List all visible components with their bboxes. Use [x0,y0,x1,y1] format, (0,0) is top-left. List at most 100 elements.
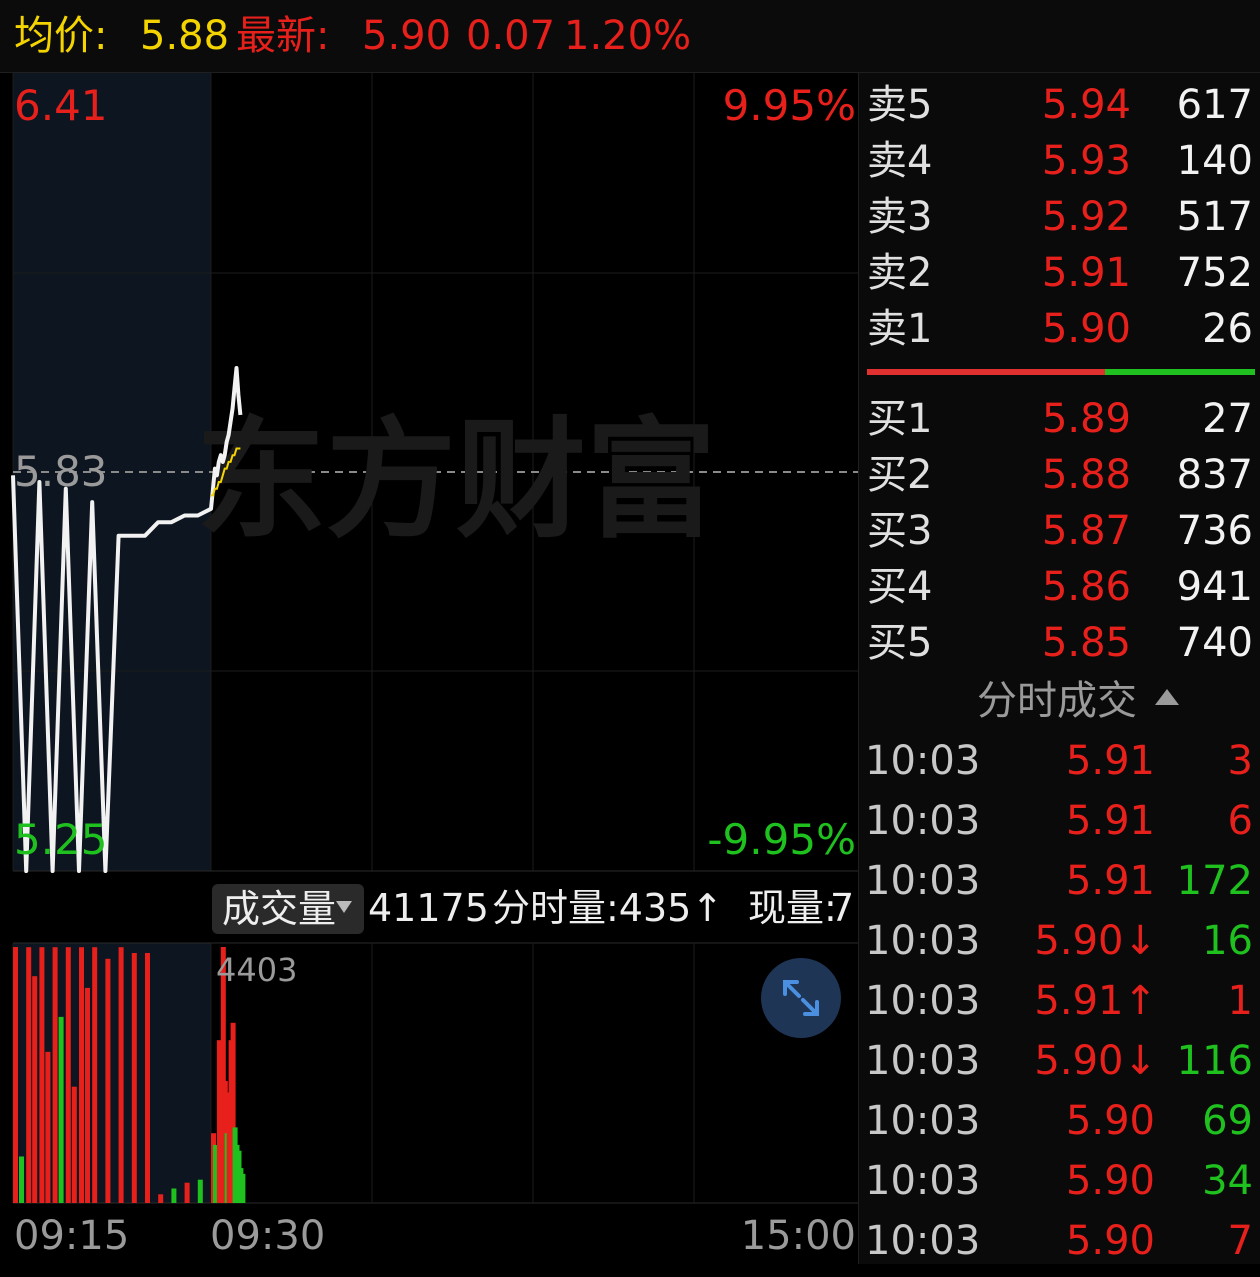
level-label: 卖2 [867,250,933,296]
tick-volume: 172 [1176,858,1253,904]
latest-price-label: 最新: [236,13,330,59]
ask-level-3[interactable]: 卖3 5.92 517 [859,193,1260,249]
avg-price-value: 5.88 [140,13,230,59]
y-max-label: 6.41 [14,81,108,130]
tick-trades-header[interactable]: 分时成交 [859,671,1260,731]
volume-bar [158,1194,164,1203]
tick-volume: 1 [1227,978,1253,1024]
level-price: 5.85 [1041,620,1131,666]
volume-bar [39,947,45,1203]
volume-bar [85,987,90,1203]
volume-indicator-label: 成交量 [222,887,337,931]
ask-level-4[interactable]: 卖2 5.91 752 [859,249,1260,305]
pct-max-label: 9.95% [722,81,856,130]
price-chart-svg: 东方财富 [11,73,858,1204]
latest-price-value: 5.90 [362,13,452,59]
y-mid-label: 5.83 [14,447,108,496]
level-volume: 740 [1176,620,1253,666]
volume-bar [105,958,111,1203]
level-label: 卖1 [867,306,933,352]
x-tick-close: 15:00 [740,1213,856,1259]
tick-trade-row: 10:03 5.91 172 [859,857,1260,917]
volume-bar [171,1188,177,1203]
tick-price: 5.91 [1065,798,1155,844]
x-tick-open: 09:30 [210,1213,326,1259]
volume-bar [45,1051,51,1203]
level-price: 5.88 [1041,452,1131,498]
tick-price: 5.91 [1065,858,1155,904]
tick-volume: 16 [1202,918,1253,964]
x-tick-start: 09:15 [14,1213,130,1259]
collapse-up-icon [1155,689,1179,705]
level-price: 5.87 [1041,508,1131,554]
ask-level-5[interactable]: 卖1 5.90 26 [859,305,1260,361]
current-volume-label: 现量: [748,886,837,930]
tick-trade-row: 10:03 5.91↑ 1 [859,977,1260,1037]
volume-bar [240,1173,246,1203]
bid-level-4[interactable]: 买4 5.86 941 [859,563,1260,619]
tick-price: 5.90 [1065,1098,1155,1144]
tick-time: 10:03 [865,1158,981,1204]
bid-level-3[interactable]: 买3 5.87 736 [859,507,1260,563]
volume-bar [197,1179,203,1203]
bid-ask-ratio-bar [867,369,1255,375]
level-volume: 140 [1176,138,1253,184]
tick-volume: 116 [1176,1038,1253,1084]
level-label: 买1 [867,396,933,442]
order-book-panel: 卖5 5.94 617 卖4 5.93 140 卖3 5.92 517 卖2 5.91 752 卖1 5.… [858,73,1260,1264]
volume-bar [13,947,18,1203]
volume-bar [92,947,98,1203]
bid-level-5[interactable]: 买5 5.85 740 [859,619,1260,675]
expand-icon [783,980,819,1016]
volume-bar [184,1182,190,1203]
level-price: 5.94 [1041,82,1131,128]
volume-bar [65,947,71,1203]
bid-ratio [1105,369,1255,375]
level-price: 5.86 [1041,564,1131,610]
ask-ratio [867,369,1105,375]
tick-volume: 69 [1202,1098,1253,1144]
tick-volume: 分时量:435↑ [492,886,724,930]
tick-volume: 7 [1227,1218,1253,1264]
level-label: 卖4 [867,138,933,184]
volume-bar [118,947,124,1203]
level-price: 5.89 [1041,396,1131,442]
tick-time: 10:03 [865,738,981,784]
tick-trade-row: 10:03 5.90 34 [859,1157,1260,1217]
ask-level-1[interactable]: 卖5 5.94 617 [859,81,1260,137]
tick-time: 10:03 [865,858,981,904]
volume-bar [79,947,84,1203]
level-volume: 517 [1176,194,1253,240]
tick-trade-row: 10:03 5.90 7 [859,1217,1260,1277]
volume-bar [131,953,137,1203]
level-label: 买4 [867,564,933,610]
volume-bar [145,953,150,1203]
tick-price: 5.90 [1065,1218,1155,1264]
expand-chart-button[interactable] [761,958,841,1038]
volume-indicator-dropdown[interactable]: 成交量 [212,884,364,934]
level-price: 5.92 [1041,194,1131,240]
tick-trade-row: 10:03 5.90↓ 116 [859,1037,1260,1097]
tick-time: 10:03 [865,1098,981,1144]
bid-level-2[interactable]: 买2 5.88 837 [859,451,1260,507]
level-price: 5.93 [1041,138,1131,184]
tick-trade-row: 10:03 5.90 69 [859,1097,1260,1157]
level-volume: 837 [1176,452,1253,498]
dropdown-arrow-icon [336,901,352,913]
level-label: 卖3 [867,194,933,240]
intraday-chart[interactable]: 东方财富 6.41 5.83 5.25 9.95% -9.95% 09:15 0… [0,73,858,1264]
level-volume: 752 [1176,250,1253,296]
bid-level-1[interactable]: 买1 5.89 27 [859,395,1260,451]
quote-header: 均价: 5.88 最新: 5.90 0.07 1.20% [0,0,1260,73]
ask-level-2[interactable]: 卖4 5.93 140 [859,137,1260,193]
tick-trades-title: 分时成交 [977,678,1137,724]
level-volume: 617 [1176,82,1253,128]
tick-time: 10:03 [865,1038,981,1084]
tick-time: 10:03 [865,1218,981,1264]
tick-trade-row: 10:03 5.91 6 [859,797,1260,857]
y-min-label: 5.25 [14,815,108,864]
price-change-pct: 1.20% [564,13,692,59]
volume-bar [71,1086,77,1203]
volume-bar [19,1156,24,1203]
volume-total: 41175 [368,886,489,930]
